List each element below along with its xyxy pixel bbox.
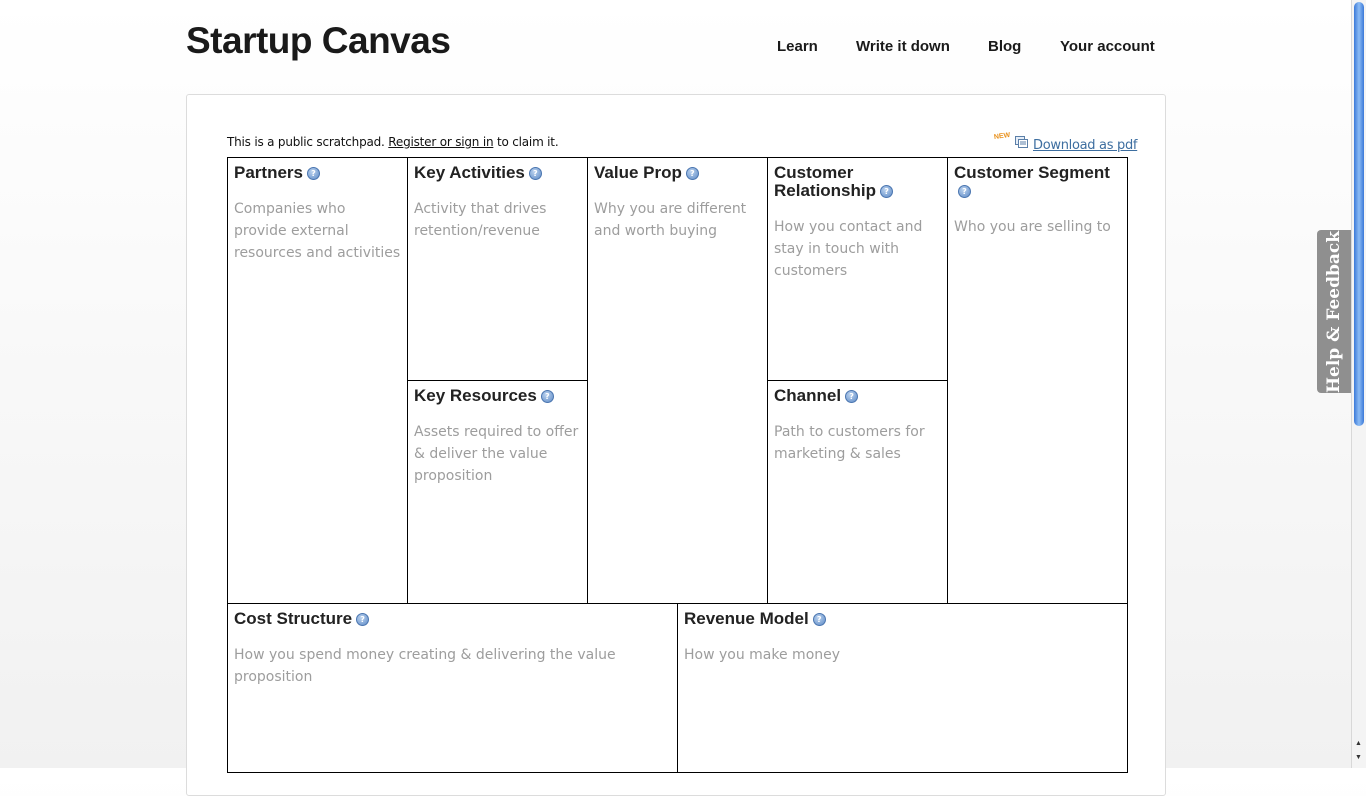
cost-structure-hint: How you spend money creating & deliverin… xyxy=(234,647,616,685)
help-icon[interactable]: ? xyxy=(306,167,320,180)
partners-hint: Companies who provide external resources… xyxy=(234,201,401,261)
partners-title: Partners xyxy=(234,163,303,182)
vertical-scrollbar[interactable]: ▲ ▼ xyxy=(1351,0,1366,768)
customer-relationship-title: Customer Relationship xyxy=(774,163,877,200)
customer-relationship-box[interactable]: Customer Relationship? How you contact a… xyxy=(767,157,948,382)
help-icon[interactable]: ? xyxy=(845,390,859,403)
revenue-model-hint: How you make money xyxy=(684,647,841,663)
key-resources-title: Key Resources xyxy=(414,386,537,405)
help-icon[interactable]: ? xyxy=(356,613,370,626)
nav-write-it-down[interactable]: Write it down xyxy=(856,38,950,55)
help-icon[interactable]: ? xyxy=(685,167,699,180)
key-activities-hint: Activity that drives retention/revenue xyxy=(414,201,547,239)
download-pdf: NEW Download as pdf xyxy=(993,131,1138,154)
notice-suffix: to claim it. xyxy=(493,135,559,149)
customer-segment-box[interactable]: Customer Segment? Who you are selling to xyxy=(947,157,1128,605)
pdf-icon xyxy=(1015,136,1029,154)
cost-structure-box[interactable]: Cost Structure? How you spend money crea… xyxy=(227,603,678,773)
scroll-up-arrow-icon[interactable]: ▲ xyxy=(1355,740,1362,747)
nav-your-account[interactable]: Your account xyxy=(1060,38,1155,55)
revenue-model-title: Revenue Model xyxy=(684,609,809,628)
nav-blog[interactable]: Blog xyxy=(988,38,1021,55)
key-activities-title: Key Activities xyxy=(414,163,525,182)
channel-box[interactable]: Channel? Path to customers for marketing… xyxy=(767,380,948,605)
key-activities-box[interactable]: Key Activities? Activity that drives ret… xyxy=(407,157,588,382)
revenue-model-box[interactable]: Revenue Model? How you make money xyxy=(677,603,1128,773)
partners-box[interactable]: Partners? Companies who provide external… xyxy=(227,157,408,605)
help-feedback-tab[interactable]: Help & Feedback xyxy=(1317,230,1351,393)
scroll-down-arrow-icon[interactable]: ▼ xyxy=(1355,754,1362,761)
nav-learn[interactable]: Learn xyxy=(777,38,818,55)
help-icon[interactable]: ? xyxy=(528,167,542,180)
customer-segment-hint: Who you are selling to xyxy=(954,219,1111,235)
download-pdf-link[interactable]: Download as pdf xyxy=(1033,138,1138,153)
value-prop-title: Value Prop xyxy=(594,163,682,182)
value-prop-box[interactable]: Value Prop? Why you are different and wo… xyxy=(587,157,768,605)
help-icon[interactable]: ? xyxy=(958,185,971,198)
cost-structure-title: Cost Structure xyxy=(234,609,353,628)
notice-prefix: This is a public scratchpad. xyxy=(227,135,389,149)
channel-hint: Path to customers for marketing & sales xyxy=(774,424,925,462)
key-resources-hint: Assets required to offer & deliver the v… xyxy=(414,424,579,484)
key-resources-box[interactable]: Key Resources? Assets required to offer … xyxy=(407,380,588,605)
help-icon[interactable]: ? xyxy=(880,185,894,198)
new-badge: NEW xyxy=(993,131,1011,142)
value-prop-hint: Why you are different and worth buying xyxy=(594,201,747,239)
customer-segment-title: Customer Segment xyxy=(954,163,1110,182)
channel-title: Channel xyxy=(774,386,842,405)
help-icon[interactable]: ? xyxy=(812,613,826,626)
register-sign-in-link[interactable]: Register or sign in xyxy=(388,135,493,149)
scrollbar-thumb[interactable] xyxy=(1354,2,1364,426)
customer-relationship-hint: How you contact and stay in touch with c… xyxy=(774,219,923,279)
main-nav: Learn Write it down Blog Your account xyxy=(0,38,1366,58)
help-feedback-label: Help & Feedback xyxy=(1324,230,1344,393)
help-icon[interactable]: ? xyxy=(540,390,554,403)
scratchpad-notice: This is a public scratchpad. Register or… xyxy=(227,135,559,149)
